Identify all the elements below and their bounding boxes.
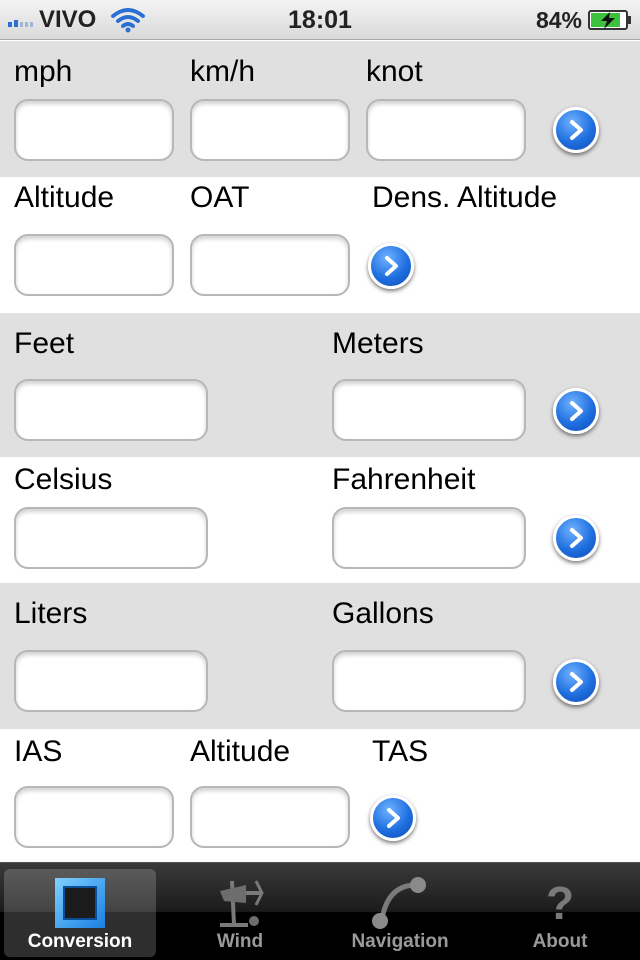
svg-text:?: ? <box>546 877 574 929</box>
question-icon: ? <box>546 877 574 929</box>
fahrenheit-field[interactable] <box>332 507 526 569</box>
volume-convert-button[interactable] <box>553 659 599 705</box>
density-altitude-label: Dens. Altitude <box>372 181 558 214</box>
density-altitude-convert-button[interactable] <box>368 243 414 289</box>
chevron-right-icon <box>570 672 583 692</box>
density-altitude-row: Altitude OAT Dens. Altitude <box>0 177 640 313</box>
celsius-field[interactable] <box>14 507 208 569</box>
tab-about-label: About <box>532 931 588 952</box>
fahrenheit-label: Fahrenheit <box>332 463 476 496</box>
true-airspeed-convert-button[interactable] <box>370 795 416 841</box>
gallons-field[interactable] <box>332 650 526 712</box>
status-bar: VIVO 18:01 84% <box>0 0 640 40</box>
length-convert-button[interactable] <box>553 388 599 434</box>
ias-label: IAS <box>14 735 63 768</box>
kmh-field[interactable] <box>190 99 350 161</box>
chevron-right-icon <box>387 808 400 828</box>
feet-label: Feet <box>14 327 75 360</box>
mph-label: mph <box>14 55 73 88</box>
chevron-right-icon <box>570 120 583 140</box>
meters-label: Meters <box>332 327 424 360</box>
conversion-icon <box>55 878 105 928</box>
feet-field[interactable] <box>14 379 208 441</box>
tas-label: TAS <box>372 735 429 768</box>
tas-altitude-field[interactable] <box>190 786 350 848</box>
tas-altitude-label: Altitude <box>190 735 291 768</box>
altitude-field[interactable] <box>14 234 174 296</box>
temperature-conversion-row: Celsius Fahrenheit <box>0 457 640 583</box>
tab-wind[interactable]: Wind <box>164 869 316 957</box>
liters-field[interactable] <box>14 650 208 712</box>
knot-field[interactable] <box>366 99 526 161</box>
temperature-convert-button[interactable] <box>553 515 599 561</box>
tab-navigation-label: Navigation <box>351 931 449 952</box>
meters-field[interactable] <box>332 379 526 441</box>
kmh-label: km/h <box>190 55 256 88</box>
ias-field[interactable] <box>14 786 174 848</box>
liters-label: Liters <box>14 597 88 630</box>
chevron-right-icon <box>385 256 398 276</box>
chevron-right-icon <box>570 528 583 548</box>
tab-navigation[interactable]: Navigation <box>324 869 476 957</box>
battery-charging-icon <box>588 10 631 30</box>
chevron-right-icon <box>570 401 583 421</box>
oat-label: OAT <box>190 181 250 214</box>
battery-percentage: 84% <box>535 6 582 33</box>
true-airspeed-row: IAS Altitude TAS <box>0 729 640 862</box>
wind-icon <box>220 880 264 927</box>
volume-conversion-row: Liters Gallons <box>0 583 640 729</box>
altitude-label: Altitude <box>14 181 115 214</box>
mph-field[interactable] <box>14 99 174 161</box>
oat-field[interactable] <box>190 234 350 296</box>
tab-about[interactable]: ? About <box>484 869 636 957</box>
tab-bar: Conversion Wind Navigation ? About <box>0 862 640 960</box>
gallons-label: Gallons <box>332 597 434 630</box>
knot-label: knot <box>366 55 423 88</box>
celsius-label: Celsius <box>14 463 113 496</box>
speed-conversion-row: mph km/h knot <box>0 41 640 177</box>
length-conversion-row: Feet Meters <box>0 313 640 457</box>
tab-conversion-label: Conversion <box>27 931 133 952</box>
speed-convert-button[interactable] <box>553 107 599 153</box>
tab-wind-label: Wind <box>216 931 264 952</box>
navigation-icon <box>372 877 426 929</box>
tab-conversion[interactable]: Conversion <box>4 869 156 957</box>
